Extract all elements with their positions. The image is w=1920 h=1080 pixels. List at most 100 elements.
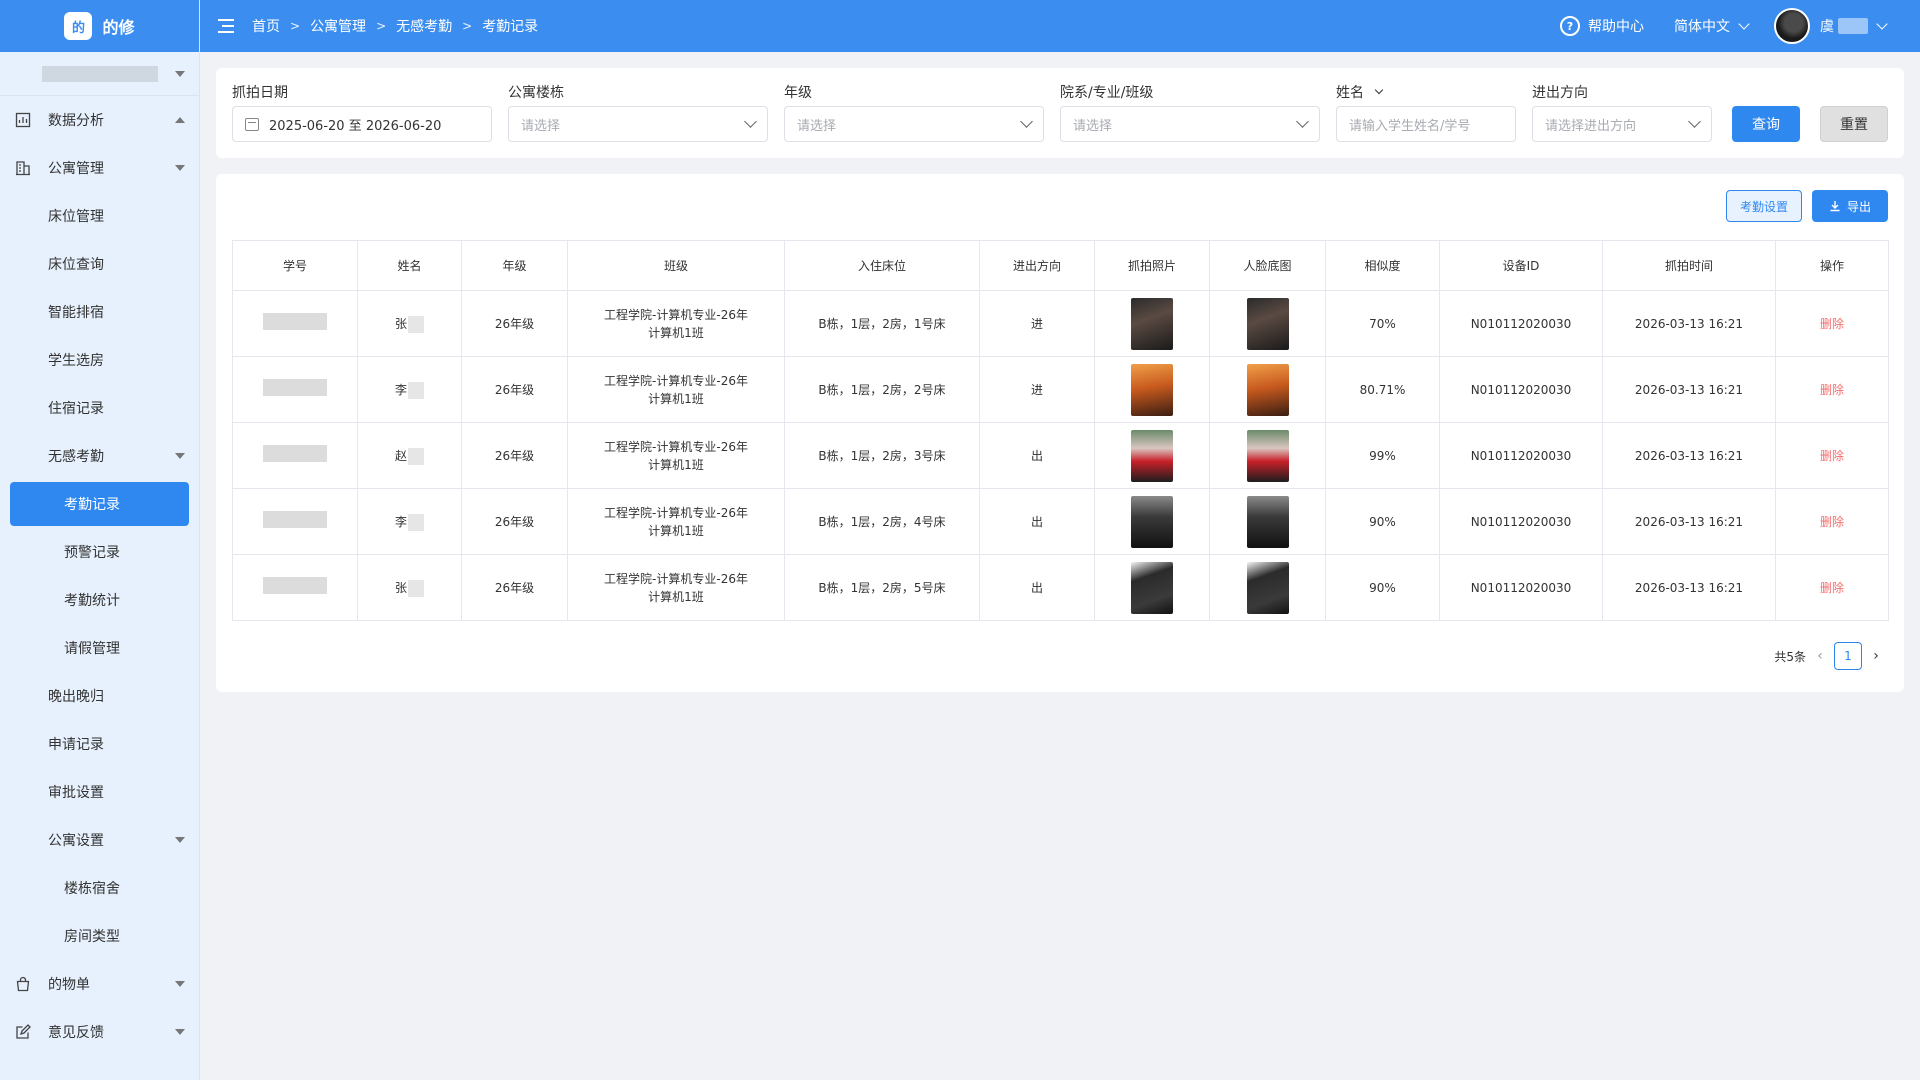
sidebar-item[interactable]: 数据分析	[0, 96, 199, 144]
sidebar-item[interactable]: 请假管理	[0, 624, 199, 672]
column-header: 班级	[567, 240, 785, 291]
student-id-cell	[232, 422, 358, 489]
sidebar-item-label: 审批设置	[48, 785, 104, 801]
column-header: 操作	[1775, 240, 1889, 291]
grade-select[interactable]: 请选择	[784, 106, 1044, 142]
capture-photo[interactable]	[1131, 363, 1173, 416]
breadcrumb-separator-icon: >	[462, 19, 473, 33]
student-id-cell	[232, 356, 358, 423]
attendance-table: 学号 姓名 年级 班级 入住床位 进出方向 抓拍照片 人脸底图 相似度 设备ID…	[232, 240, 1889, 621]
breadcrumb-home[interactable]: 首页	[252, 16, 280, 36]
user-menu[interactable]: 虞	[1774, 8, 1888, 44]
help-center-link[interactable]: ? 帮助中心	[1560, 16, 1644, 36]
student-surname: 李	[394, 514, 407, 529]
capture-date-field: 抓拍日期 2025-06-20 至 2026-06-20	[232, 82, 492, 142]
bed-cell: B栋，1层，2房，3号床	[784, 422, 980, 489]
delete-link[interactable]: 删除	[1820, 317, 1844, 331]
page-number[interactable]: 1	[1834, 642, 1862, 670]
name-label-row[interactable]: 姓名	[1336, 82, 1516, 102]
direction-field: 进出方向 请选择进出方向	[1532, 82, 1712, 142]
export-button[interactable]: 导出	[1812, 190, 1888, 222]
class-cell: 工程学院-计算机专业-26年 计算机1班	[567, 422, 785, 489]
sidebar-item[interactable]: 公寓设置	[0, 816, 199, 864]
search-button[interactable]: 查询	[1732, 106, 1800, 142]
sidebar-item[interactable]: 楼栋宿舍	[0, 864, 199, 912]
capture-time-cell: 2026-03-13 16:21	[1602, 422, 1776, 489]
table-row: 李 26年级 工程学院-计算机专业-26年 计算机1班 B栋，1层，2房，2号床进 80.…	[232, 356, 1889, 423]
sidebar-item[interactable]: 无感考勤	[0, 432, 199, 480]
action-cell: 删除	[1775, 488, 1889, 555]
sidebar-item[interactable]: 预警记录	[0, 528, 199, 576]
sidebar-item-label: 请假管理	[64, 641, 120, 657]
capture-date-picker[interactable]: 2025-06-20 至 2026-06-20	[232, 106, 492, 142]
device-id-cell: N010112020030	[1439, 554, 1603, 621]
face-base-photo[interactable]	[1246, 495, 1289, 548]
chevron-down-icon	[1688, 115, 1701, 128]
tenant-selector[interactable]	[0, 52, 199, 96]
capture-photo[interactable]	[1131, 561, 1173, 614]
table-header-row: 学号 姓名 年级 班级 入住床位 进出方向 抓拍照片 人脸底图 相似度 设备ID…	[232, 240, 1889, 291]
face-base-photo[interactable]	[1246, 363, 1289, 416]
student-name-redacted	[408, 381, 424, 399]
sidebar-item[interactable]: 申请记录	[0, 720, 199, 768]
breadcrumb-attendance[interactable]: 无感考勤	[396, 16, 452, 36]
capture-time-cell: 2026-03-13 16:21	[1602, 356, 1776, 423]
sidebar-item[interactable]: 智能排宿	[0, 288, 199, 336]
delete-link[interactable]: 删除	[1820, 449, 1844, 463]
building-select[interactable]: 请选择	[508, 106, 768, 142]
sidebar-item[interactable]: 住宿记录	[0, 384, 199, 432]
breadcrumb-apartment[interactable]: 公寓管理	[310, 16, 366, 36]
name-input[interactable]: 请输入学生姓名/学号	[1336, 106, 1516, 142]
table-row: 张 26年级 工程学院-计算机专业-26年 计算机1班 B栋，1层，2房，5号床出 90%…	[232, 554, 1889, 621]
sidebar-item[interactable]: 考勤记录	[10, 482, 189, 526]
sidebar-item[interactable]: 公寓管理	[0, 144, 199, 192]
capture-photo[interactable]	[1131, 495, 1173, 548]
language-label: 简体中文	[1674, 19, 1730, 35]
capture-photo-cell	[1094, 356, 1210, 423]
language-selector[interactable]: 简体中文	[1674, 16, 1750, 36]
breadcrumb-current: 考勤记录	[482, 19, 539, 35]
app-logo[interactable]: 的 的修	[0, 0, 199, 52]
grade-cell: 26年级	[461, 356, 568, 423]
sidebar-item[interactable]: 考勤统计	[0, 576, 199, 624]
chart-icon	[14, 111, 32, 129]
capture-photo[interactable]	[1131, 429, 1173, 482]
direction-select[interactable]: 请选择进出方向	[1532, 106, 1712, 142]
grade-cell: 26年级	[461, 422, 568, 489]
chevron-right-icon[interactable]: ›	[1868, 648, 1884, 664]
direction-cell: 出	[979, 422, 1095, 489]
sidebar-item[interactable]: 床位管理	[0, 192, 199, 240]
face-base-photo[interactable]	[1246, 561, 1289, 614]
sidebar-item-label: 考勤统计	[64, 593, 120, 609]
name-cell: 张	[357, 554, 462, 621]
direction-cell: 出	[979, 554, 1095, 621]
dept-select[interactable]: 请选择	[1060, 106, 1320, 142]
sidebar-item[interactable]: 审批设置	[0, 768, 199, 816]
direction-cell: 进	[979, 290, 1095, 357]
face-base-cell	[1209, 488, 1326, 555]
delete-link[interactable]: 删除	[1820, 581, 1844, 595]
delete-link[interactable]: 删除	[1820, 383, 1844, 397]
menu-toggle-icon[interactable]	[218, 18, 238, 34]
capture-photo[interactable]	[1131, 297, 1173, 350]
reset-button[interactable]: 重置	[1820, 106, 1888, 142]
sidebar-item[interactable]: 的物单	[0, 960, 199, 1008]
face-base-cell	[1209, 290, 1326, 357]
sidebar-item[interactable]: 房间类型	[0, 912, 199, 960]
similarity-cell: 90%	[1325, 554, 1440, 621]
sidebar-item[interactable]: 意见反馈	[0, 1008, 199, 1056]
sidebar-item[interactable]: 晚出晚归	[0, 672, 199, 720]
delete-link[interactable]: 删除	[1820, 515, 1844, 529]
action-cell: 删除	[1775, 422, 1889, 489]
student-id-redacted	[263, 444, 327, 462]
sidebar-item-label: 房间类型	[64, 929, 120, 945]
student-id-redacted	[263, 378, 327, 396]
records-panel: 考勤设置 导出 学号 姓名 年级 班级 入住床位 进出方向 抓拍照片 人脸底图 …	[216, 174, 1904, 692]
attendance-settings-button[interactable]: 考勤设置	[1726, 190, 1802, 222]
face-base-photo[interactable]	[1246, 429, 1289, 482]
sidebar-item[interactable]: 学生选房	[0, 336, 199, 384]
chevron-left-icon[interactable]: ‹	[1812, 648, 1828, 664]
class-line: 工程学院-计算机专业-26年	[604, 373, 748, 388]
sidebar-item[interactable]: 床位查询	[0, 240, 199, 288]
face-base-photo[interactable]	[1246, 297, 1289, 350]
